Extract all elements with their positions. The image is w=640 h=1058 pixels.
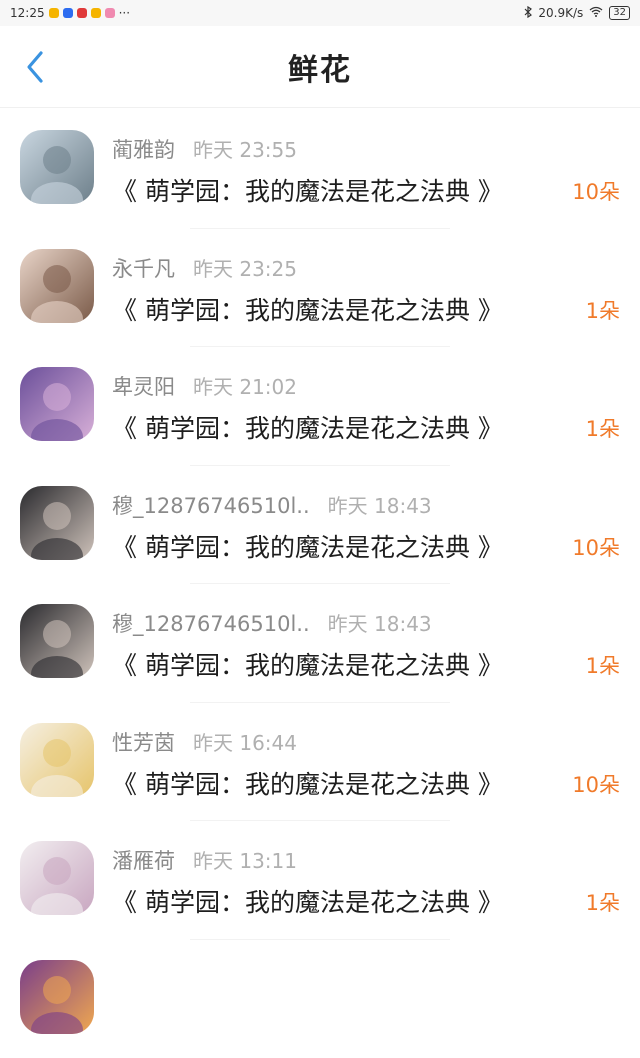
list-item[interactable]: 卑灵阳 昨天 21:02 《 萌学园：我的魔法是花之法典 》 1朵 bbox=[0, 347, 640, 466]
page-title: 鲜花 bbox=[288, 45, 352, 89]
list-item[interactable]: 潘雁荷 昨天 13:11 《 萌学园：我的魔法是花之法典 》 1朵 bbox=[0, 821, 640, 940]
gift-time: 昨天 23:55 bbox=[193, 134, 297, 163]
user-name: 穆_12876746510l.. bbox=[112, 490, 310, 520]
user-name: 性芳茵 bbox=[112, 727, 175, 757]
book-title: 《 萌学园：我的魔法是花之法典 》 bbox=[112, 172, 503, 208]
avatar-sketch[interactable] bbox=[20, 841, 94, 915]
avatar-partial[interactable] bbox=[20, 960, 94, 1034]
news-notification-icon bbox=[77, 8, 87, 18]
avatar-boy[interactable] bbox=[20, 604, 94, 678]
chevron-left-icon bbox=[24, 50, 46, 84]
avatar-boy[interactable] bbox=[20, 486, 94, 560]
page-header: 鲜花 bbox=[0, 26, 640, 108]
book-title: 《 萌学园：我的魔法是花之法典 》 bbox=[112, 409, 503, 445]
pink-app-notification-icon bbox=[105, 8, 115, 18]
item-meta: 卑灵阳 昨天 21:02 bbox=[112, 371, 297, 401]
item-meta: 性芳茵 昨天 16:44 bbox=[112, 727, 297, 757]
battery-indicator: 32 bbox=[609, 6, 630, 20]
status-bar: 12:25 ··· 20.9K/s 32 bbox=[0, 0, 640, 26]
bluetooth-icon bbox=[524, 6, 532, 21]
item-meta: 穆_12876746510l.. 昨天 18:43 bbox=[112, 608, 432, 638]
list-item[interactable]: 穆_12876746510l.. 昨天 18:43 《 萌学园：我的魔法是花之法… bbox=[0, 466, 640, 585]
wifi-icon bbox=[589, 6, 603, 20]
list-item[interactable]: 永千凡 昨天 23:25 《 萌学园：我的魔法是花之法典 》 1朵 bbox=[0, 229, 640, 348]
book-title: 《 萌学园：我的魔法是花之法典 》 bbox=[112, 291, 503, 327]
book-title: 《 萌学园：我的魔法是花之法典 》 bbox=[112, 883, 503, 919]
book-title: 《 萌学园：我的魔法是花之法典 》 bbox=[112, 765, 503, 801]
flower-gift-list: 蔺雅韵 昨天 23:55 《 萌学园：我的魔法是花之法典 》 10朵 永千凡 昨… bbox=[0, 110, 640, 1058]
flower-count: 10朵 bbox=[572, 769, 620, 799]
avatar-anime-purple[interactable] bbox=[20, 367, 94, 441]
more-notifications-icon: ··· bbox=[119, 6, 130, 20]
flower-count: 10朵 bbox=[572, 176, 620, 206]
app-notification-icon bbox=[63, 8, 73, 18]
user-name: 卑灵阳 bbox=[112, 371, 175, 401]
user-name: 永千凡 bbox=[112, 253, 175, 283]
list-item[interactable]: 性芳茵 昨天 16:44 《 萌学园：我的魔法是花之法典 》 10朵 bbox=[0, 703, 640, 822]
avatar-couple[interactable] bbox=[20, 130, 94, 204]
avatar-cat[interactable] bbox=[20, 723, 94, 797]
list-item[interactable]: 蔺雅韵 昨天 23:55 《 萌学园：我的魔法是花之法典 》 10朵 bbox=[0, 110, 640, 229]
network-speed: 20.9K/s bbox=[538, 6, 583, 20]
gift-time: 昨天 18:43 bbox=[328, 490, 432, 519]
user-name: 蔺雅韵 bbox=[112, 134, 175, 164]
item-meta: 潘雁荷 昨天 13:11 bbox=[112, 845, 297, 875]
weibo-notification-icon-2 bbox=[91, 8, 101, 18]
user-name: 穆_12876746510l.. bbox=[112, 608, 310, 638]
list-item[interactable]: 穆_12876746510l.. 昨天 18:43 《 萌学园：我的魔法是花之法… bbox=[0, 584, 640, 703]
back-button[interactable] bbox=[18, 50, 52, 84]
gift-time: 昨天 21:02 bbox=[193, 371, 297, 400]
user-name: 潘雁荷 bbox=[112, 845, 175, 875]
item-meta: 永千凡 昨天 23:25 bbox=[112, 253, 297, 283]
flower-count: 1朵 bbox=[586, 650, 620, 680]
item-meta: 穆_12876746510l.. 昨天 18:43 bbox=[112, 490, 432, 520]
gift-time: 昨天 16:44 bbox=[193, 727, 297, 756]
avatar-girl[interactable] bbox=[20, 249, 94, 323]
flower-count: 1朵 bbox=[586, 413, 620, 443]
status-right: 20.9K/s 32 bbox=[524, 6, 630, 21]
status-time: 12:25 bbox=[10, 6, 45, 20]
book-title: 《 萌学园：我的魔法是花之法典 》 bbox=[112, 528, 503, 564]
weibo-notification-icon bbox=[49, 8, 59, 18]
gift-time: 昨天 18:43 bbox=[328, 608, 432, 637]
flower-count: 1朵 bbox=[586, 295, 620, 325]
flower-count: 10朵 bbox=[572, 532, 620, 562]
status-left: 12:25 ··· bbox=[10, 6, 130, 20]
gift-time: 昨天 13:11 bbox=[193, 845, 297, 874]
gift-time: 昨天 23:25 bbox=[193, 253, 297, 282]
list-item[interactable] bbox=[0, 940, 640, 1058]
flower-count: 1朵 bbox=[586, 887, 620, 917]
book-title: 《 萌学园：我的魔法是花之法典 》 bbox=[112, 646, 503, 682]
item-meta: 蔺雅韵 昨天 23:55 bbox=[112, 134, 297, 164]
